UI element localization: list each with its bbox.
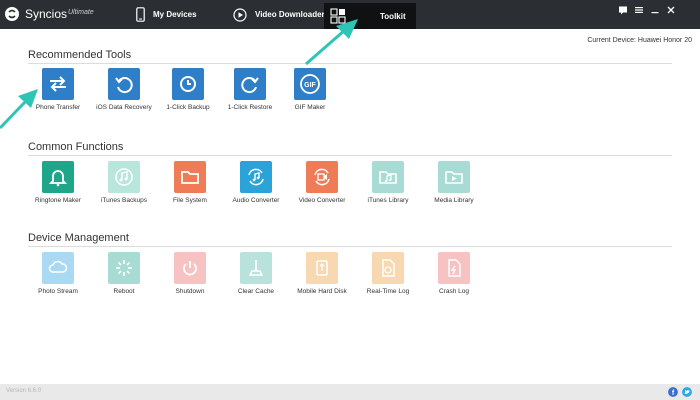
nav-my-devices[interactable]: My Devices [136, 0, 197, 29]
power-icon [174, 252, 206, 284]
usb-icon [306, 252, 338, 284]
restore-icon [234, 68, 266, 100]
tool-label: Media Library [434, 197, 474, 204]
tool-itunes-library[interactable]: iTunes Library [358, 161, 418, 204]
section-divider [28, 155, 672, 156]
tool-label: iTunes Library [367, 197, 409, 204]
tool-label: Ringtone Maker [35, 197, 81, 204]
tool-label: 1-Click Restore [227, 104, 273, 111]
syncios-logo-icon [5, 7, 19, 21]
reboot-icon [108, 252, 140, 284]
tool-label: Reboot [113, 288, 135, 295]
play-circle-icon [233, 7, 247, 22]
tool-label: Shutdown [175, 288, 205, 295]
app-edition: Ultimate [68, 9, 94, 16]
tool-media-library[interactable]: Media Library [424, 161, 484, 204]
bell-icon [42, 161, 74, 193]
nav-video-downloader-label: Video Downloader [255, 10, 325, 19]
section-title-recommended: Recommended Tools [28, 49, 132, 61]
tool-ringtone-maker[interactable]: Ringtone Maker [28, 161, 88, 204]
section-title-common: Common Functions [28, 141, 124, 153]
music-note-icon [108, 161, 140, 193]
phone-transfer-icon [42, 68, 74, 100]
tool-ios-data-recovery[interactable]: iOS Data Recovery [94, 68, 154, 111]
tool-shutdown[interactable]: Shutdown [160, 252, 220, 295]
tool-photo-stream[interactable]: Photo Stream [28, 252, 88, 295]
app-name: Syncios [25, 7, 68, 21]
section-divider [28, 246, 672, 247]
phone-icon [136, 7, 145, 22]
tool-reboot[interactable]: Reboot [94, 252, 154, 295]
tool-gif-maker[interactable]: GIF GIF Maker [280, 68, 340, 111]
svg-text:GIF: GIF [304, 82, 316, 89]
tool-clear-cache[interactable]: Clear Cache [226, 252, 286, 295]
section-divider [28, 63, 672, 64]
crash-log-icon [438, 252, 470, 284]
nav-toolkit-label: Toolkit [380, 11, 406, 21]
menu-icon[interactable] [634, 5, 644, 15]
tool-label: Audio Converter [232, 197, 280, 204]
tool-label: Photo Stream [38, 288, 78, 295]
backup-icon [172, 68, 204, 100]
music-folder-icon [372, 161, 404, 193]
nav-toolkit[interactable]: Toolkit [324, 3, 416, 29]
tool-label: File System [173, 197, 207, 204]
version-text: Version 6.6.0 [6, 388, 42, 394]
tool-label: iOS Data Recovery [96, 104, 152, 111]
toolkit-icon [330, 8, 346, 24]
cloud-icon [42, 252, 74, 284]
folder-icon [174, 161, 206, 193]
tool-label: Mobile Hard Disk [297, 288, 347, 295]
status-bar: Version 6.6.0 f [0, 384, 700, 400]
audio-convert-icon [240, 161, 272, 193]
video-convert-icon [306, 161, 338, 193]
message-icon[interactable] [618, 5, 628, 15]
tool-label: iTunes Backups [100, 197, 147, 204]
twitter-icon[interactable] [682, 387, 692, 397]
nav-video-downloader[interactable]: Video Downloader [233, 0, 325, 29]
tool-mobile-hard-disk[interactable]: Mobile Hard Disk [292, 252, 352, 295]
facebook-icon[interactable]: f [668, 387, 678, 397]
title-bar: Syncios Ultimate My Devices Video Downlo… [0, 0, 700, 29]
tool-itunes-backups[interactable]: iTunes Backups [94, 161, 154, 204]
tool-audio-converter[interactable]: Audio Converter [226, 161, 286, 204]
tool-phone-transfer[interactable]: Phone Transfer [28, 68, 88, 111]
log-icon [372, 252, 404, 284]
section-title-device: Device Management [28, 232, 129, 244]
current-device: Current Device: Huawei Honor 20 [587, 37, 692, 44]
tool-label: Video Converter [298, 197, 346, 204]
tool-label: 1-Click Backup [166, 104, 210, 111]
broom-icon [240, 252, 272, 284]
tool-video-converter[interactable]: Video Converter [292, 161, 352, 204]
minimize-icon[interactable] [650, 5, 660, 15]
close-icon[interactable] [666, 5, 676, 15]
tool-label: Crash Log [439, 288, 469, 295]
gif-icon: GIF [294, 68, 326, 100]
tool-1-click-restore[interactable]: 1-Click Restore [220, 68, 280, 111]
tool-crash-log[interactable]: Crash Log [424, 252, 484, 295]
tool-1-click-backup[interactable]: 1-Click Backup [158, 68, 218, 111]
tool-label: Clear Cache [237, 288, 275, 295]
app-window: Syncios Ultimate My Devices Video Downlo… [0, 0, 700, 400]
tool-label: Phone Transfer [35, 104, 81, 111]
media-folder-icon [438, 161, 470, 193]
nav-my-devices-label: My Devices [153, 10, 197, 19]
tool-label: GIF Maker [294, 104, 326, 111]
tool-real-time-log[interactable]: Real-Time Log [358, 252, 418, 295]
tool-file-system[interactable]: File System [160, 161, 220, 204]
tool-label: Real-Time Log [366, 288, 410, 295]
data-recovery-icon [108, 68, 140, 100]
